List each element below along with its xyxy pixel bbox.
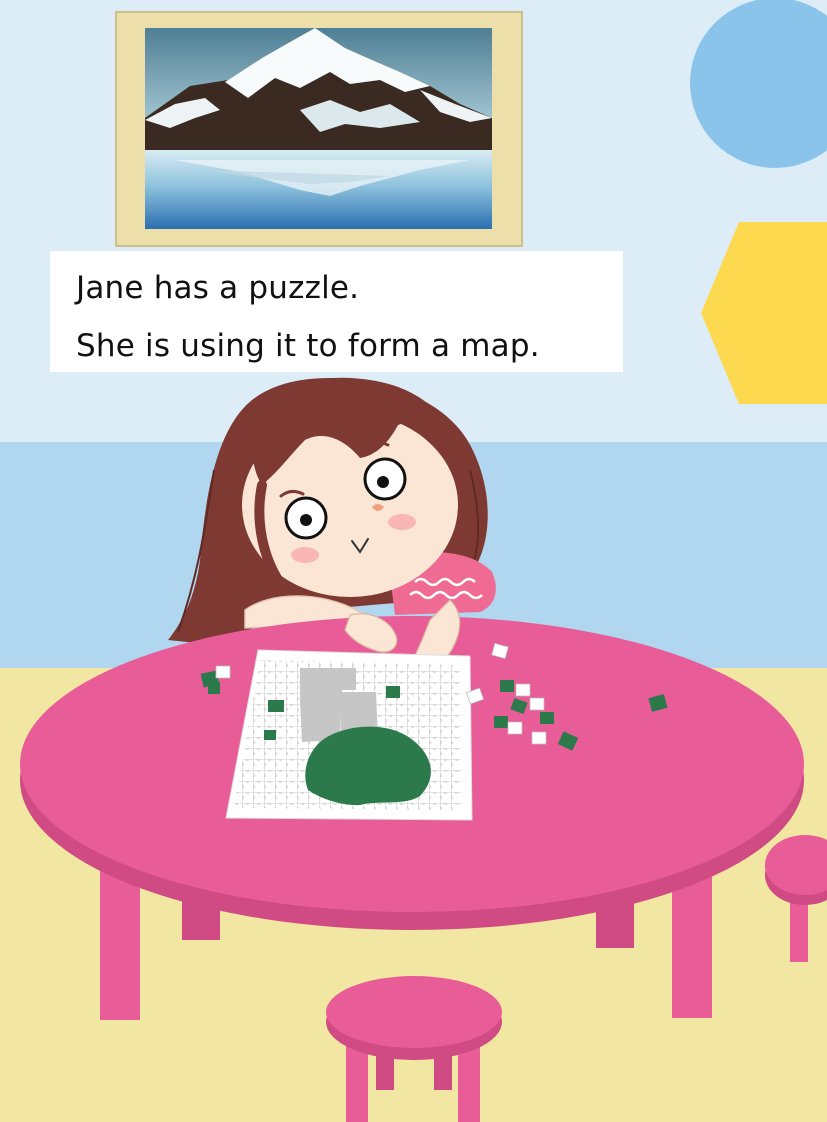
jigsaw-puzzle-map	[225, 649, 473, 821]
storybook-page: Jane has a puzzle. She is using it to fo…	[0, 0, 827, 1122]
mountain-painting	[115, 11, 523, 247]
story-line-1: Jane has a puzzle.	[76, 270, 360, 306]
story-text-box: Jane has a puzzle. She is using it to fo…	[50, 251, 623, 372]
story-line-2: She is using it to form a map.	[76, 328, 540, 364]
illustration	[0, 0, 827, 1122]
